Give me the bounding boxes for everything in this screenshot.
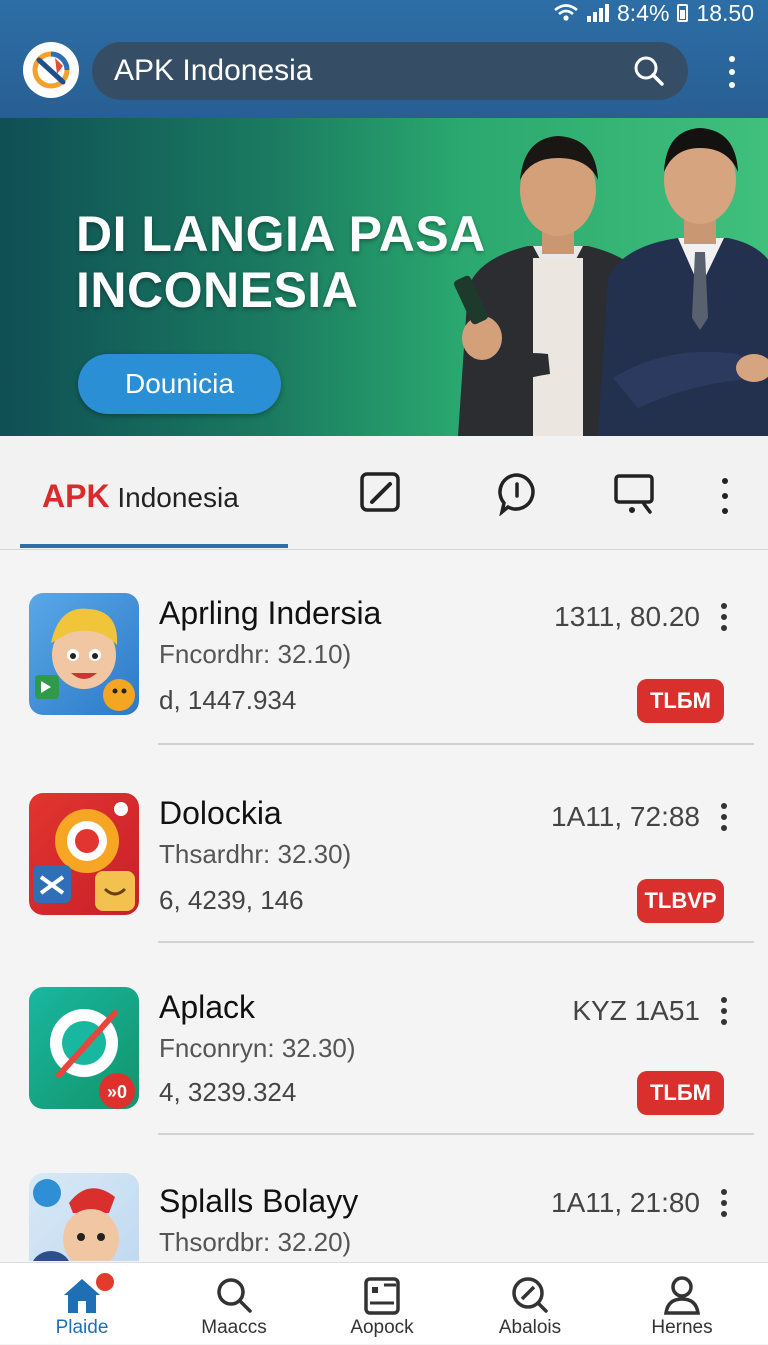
- cartoon-pirate-icon: [33, 1179, 119, 1261]
- compass-icon: [512, 1277, 548, 1313]
- clock: 18.50: [696, 0, 754, 26]
- nav-label-search: Maaccs: [201, 1317, 267, 1338]
- app-value: 1A11, 21:80: [551, 1187, 700, 1218]
- tab-bar: APK Indonesia: [0, 436, 768, 550]
- bottom-navigation: Plaide Maaccs Aopock Abalois Hernes: [0, 1262, 768, 1344]
- battery-icon: [677, 4, 689, 22]
- list-item[interactable]: »0 Aplack Fnconryn: 32.30) 4, 3239.324 K…: [0, 949, 768, 1139]
- search-title: APK Indonesia: [114, 54, 313, 87]
- nav-item-explore[interactable]: Abalois: [460, 1263, 600, 1345]
- active-tab-indicator: [20, 544, 288, 548]
- cartoon-boy-icon: [35, 608, 135, 711]
- nav-item-profile[interactable]: Hernes: [612, 1263, 752, 1345]
- nav-label-apps: Aopock: [350, 1317, 414, 1338]
- banner-download-button[interactable]: Dounicia: [78, 354, 281, 414]
- signal-icon: [587, 4, 609, 22]
- app-icon: [29, 1173, 139, 1261]
- brand-prefix: APK: [42, 478, 110, 514]
- battery-percent: 8:4%: [617, 0, 670, 26]
- status-bar: 8:4% 18.50: [553, 0, 754, 26]
- wifi-icon: [554, 4, 578, 21]
- overflow-menu-button[interactable]: [718, 52, 746, 92]
- nav-label-explore: Abalois: [498, 1317, 562, 1338]
- app-subtitle: Fncordhr: 32.10): [159, 639, 352, 669]
- banner-headline: DI LANGIA PASA INCONESIA: [76, 206, 486, 318]
- screen-icon[interactable]: [612, 470, 658, 516]
- divider: [158, 743, 754, 745]
- item-menu-button[interactable]: [719, 1189, 729, 1217]
- app-icon: [29, 793, 139, 915]
- status-badge[interactable]: TLБM: [637, 679, 724, 723]
- brand-suffix: Indonesia: [109, 482, 239, 513]
- nav-item-apps[interactable]: Aopock: [312, 1263, 452, 1345]
- item-menu-button[interactable]: [719, 997, 729, 1025]
- list-item[interactable]: Splalls Bolayy Thsordbr: 32.20) 1A11, 21…: [0, 1141, 768, 1261]
- app-value: 1A11, 72:88: [551, 801, 700, 832]
- promo-banner[interactable]: DI LANGIA PASA INCONESIA Dounicia: [0, 118, 768, 436]
- chat-icon[interactable]: [494, 470, 540, 516]
- app-subtitle: Thsordbr: 32.20): [159, 1227, 352, 1257]
- app-logo[interactable]: [23, 42, 79, 98]
- item-menu-button[interactable]: [719, 803, 729, 831]
- app-name: Splalls Bolayy: [159, 1183, 359, 1219]
- list-item[interactable]: Dolockia Thsardhr: 32.30) 6, 4239, 146 1…: [0, 751, 768, 941]
- app-header: 8:4% 18.50 APK Indonesia: [0, 0, 768, 118]
- tab-brand[interactable]: APK Indonesia: [42, 478, 239, 515]
- notification-dot: [96, 1273, 114, 1291]
- logo-icon: [32, 51, 70, 89]
- status-badge[interactable]: TLБM: [637, 1071, 724, 1115]
- app-icon: »0: [29, 987, 139, 1109]
- profile-icon: [663, 1276, 701, 1315]
- search-icon: [217, 1278, 252, 1313]
- app-name: Aplack: [159, 989, 256, 1025]
- banner-people-illustration: [454, 128, 768, 436]
- nav-item-home[interactable]: Plaide: [12, 1263, 152, 1345]
- clipboard-icon: [364, 1277, 400, 1315]
- item-menu-button[interactable]: [719, 603, 729, 631]
- list-item[interactable]: Aprling Indersia Fncordhr: 32.10) d, 144…: [0, 551, 768, 741]
- banner-headline-line2: INCONESIA: [76, 262, 359, 318]
- divider: [158, 941, 754, 943]
- app-meta: 6, 4239, 146: [159, 885, 304, 915]
- app-name: Aprling Indersia: [159, 595, 382, 631]
- app-subtitle: Thsardhr: 32.30): [159, 839, 352, 869]
- tab-overflow-button[interactable]: [718, 476, 732, 516]
- svg-text:»0: »0: [107, 1082, 127, 1102]
- banner-headline-line1: DI LANGIA PASA: [76, 206, 486, 262]
- nav-label-profile: Hernes: [651, 1317, 713, 1338]
- compass-pen-icon: »0: [50, 1009, 135, 1109]
- nav-item-search[interactable]: Maaccs: [164, 1263, 304, 1345]
- nav-label-home: Plaide: [55, 1317, 109, 1338]
- maps-pin-icon: [33, 802, 135, 911]
- status-badge[interactable]: TLBVP: [637, 879, 724, 923]
- app-value: 1311, 80.20: [554, 601, 700, 632]
- edit-icon[interactable]: [358, 470, 404, 516]
- divider: [158, 1133, 754, 1135]
- app-list: Aprling Indersia Fncordhr: 32.10) d, 144…: [0, 551, 768, 1261]
- app-name: Dolockia: [159, 795, 282, 831]
- search-icon[interactable]: [632, 54, 666, 88]
- app-subtitle: Fnconryn: 32.30): [159, 1033, 356, 1063]
- app-icon: [29, 593, 139, 715]
- search-bar[interactable]: APK Indonesia: [92, 42, 688, 100]
- app-meta: 4, 3239.324: [159, 1077, 297, 1107]
- app-meta: d, 1447.934: [159, 685, 297, 715]
- app-value: KYZ 1A51: [572, 995, 700, 1026]
